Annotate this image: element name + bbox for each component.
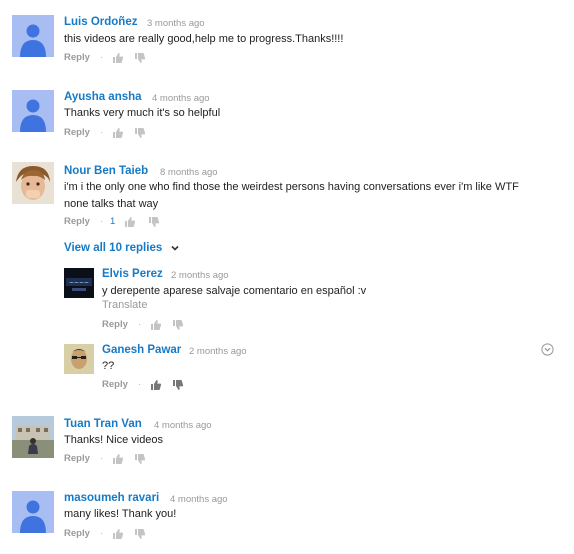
reply-button[interactable]: Reply: [64, 127, 90, 138]
reply-text: ??: [102, 360, 115, 372]
like-count: 1: [110, 216, 116, 227]
comment-time[interactable]: 4 months ago: [154, 420, 212, 431]
thumbs-up-icon[interactable]: [150, 379, 162, 391]
comment-text: this videos are really good,help me to p…: [64, 33, 344, 45]
reply-time[interactable]: 2 months ago: [171, 270, 229, 281]
reply-button[interactable]: Reply: [64, 52, 90, 63]
thumbs-down-icon[interactable]: [172, 379, 184, 391]
reply-button[interactable]: Reply: [64, 216, 90, 227]
view-replies-button[interactable]: View all 10 replies: [64, 242, 180, 254]
separator: ·: [138, 319, 142, 330]
comment-author[interactable]: Ayusha ansha: [64, 91, 142, 103]
reply-button[interactable]: Reply: [64, 453, 90, 464]
separator: ·: [100, 453, 104, 464]
thumbs-down-icon[interactable]: [134, 127, 146, 139]
thumbs-down-icon[interactable]: [148, 216, 160, 228]
thumbs-up-icon[interactable]: [150, 319, 162, 331]
thumbs-down-icon[interactable]: [134, 528, 146, 540]
chevron-down-icon: [171, 245, 180, 251]
reply-time[interactable]: 2 months ago: [189, 346, 247, 357]
reply-author[interactable]: Elvis Perez: [102, 268, 163, 280]
chevron-down-icon[interactable]: [541, 343, 554, 356]
thumbs-up-icon[interactable]: [112, 127, 124, 139]
separator: ·: [100, 52, 104, 63]
view-replies-label: View all 10 replies: [64, 242, 163, 254]
comment-author[interactable]: masoumeh ravari: [64, 492, 159, 504]
avatar[interactable]: ~~~~: [64, 268, 94, 298]
avatar[interactable]: [12, 90, 54, 132]
avatar[interactable]: [12, 15, 54, 57]
translate-link[interactable]: Translate: [102, 299, 147, 311]
thumbs-up-icon[interactable]: [112, 453, 124, 465]
avatar[interactable]: [12, 491, 54, 533]
separator: ·: [100, 127, 104, 138]
thumbs-down-icon[interactable]: [172, 319, 184, 331]
comment-author[interactable]: Nour Ben Taieb: [64, 165, 148, 177]
avatar[interactable]: [64, 344, 94, 374]
reply-author[interactable]: Ganesh Pawar: [102, 344, 181, 356]
comment-text: i'm i the only one who find those the we…: [64, 181, 519, 210]
thumbs-up-icon[interactable]: [124, 216, 136, 228]
reply-text: y derepente aparese salvaje comentario e…: [102, 285, 367, 297]
avatar[interactable]: [12, 162, 54, 204]
thumbs-down-icon[interactable]: [134, 453, 146, 465]
separator: ·: [100, 216, 104, 227]
avatar[interactable]: [12, 416, 54, 458]
separator: ·: [100, 528, 104, 539]
thumbs-up-icon[interactable]: [112, 52, 124, 64]
thumbs-down-icon[interactable]: [134, 52, 146, 64]
comment-text: many likes! Thank you!: [64, 508, 177, 520]
comment-time[interactable]: 8 months ago: [160, 167, 218, 178]
svg-text:~~~~: ~~~~: [69, 280, 89, 287]
separator: ·: [138, 379, 142, 390]
comment-time[interactable]: 4 months ago: [170, 494, 228, 505]
thumbs-up-icon[interactable]: [112, 528, 124, 540]
reply-button[interactable]: Reply: [102, 379, 128, 390]
reply-button[interactable]: Reply: [102, 319, 128, 330]
comment-time[interactable]: 3 months ago: [147, 18, 205, 29]
comment-author[interactable]: Luis Ordoñez: [64, 16, 137, 28]
comment-text: Thanks very much it's so helpful: [64, 107, 221, 119]
comment-author[interactable]: Tuan Tran Van: [64, 418, 142, 430]
comment-text: Thanks! Nice videos: [64, 434, 164, 446]
comment-time[interactable]: 4 months ago: [152, 93, 210, 104]
reply-button[interactable]: Reply: [64, 528, 90, 539]
